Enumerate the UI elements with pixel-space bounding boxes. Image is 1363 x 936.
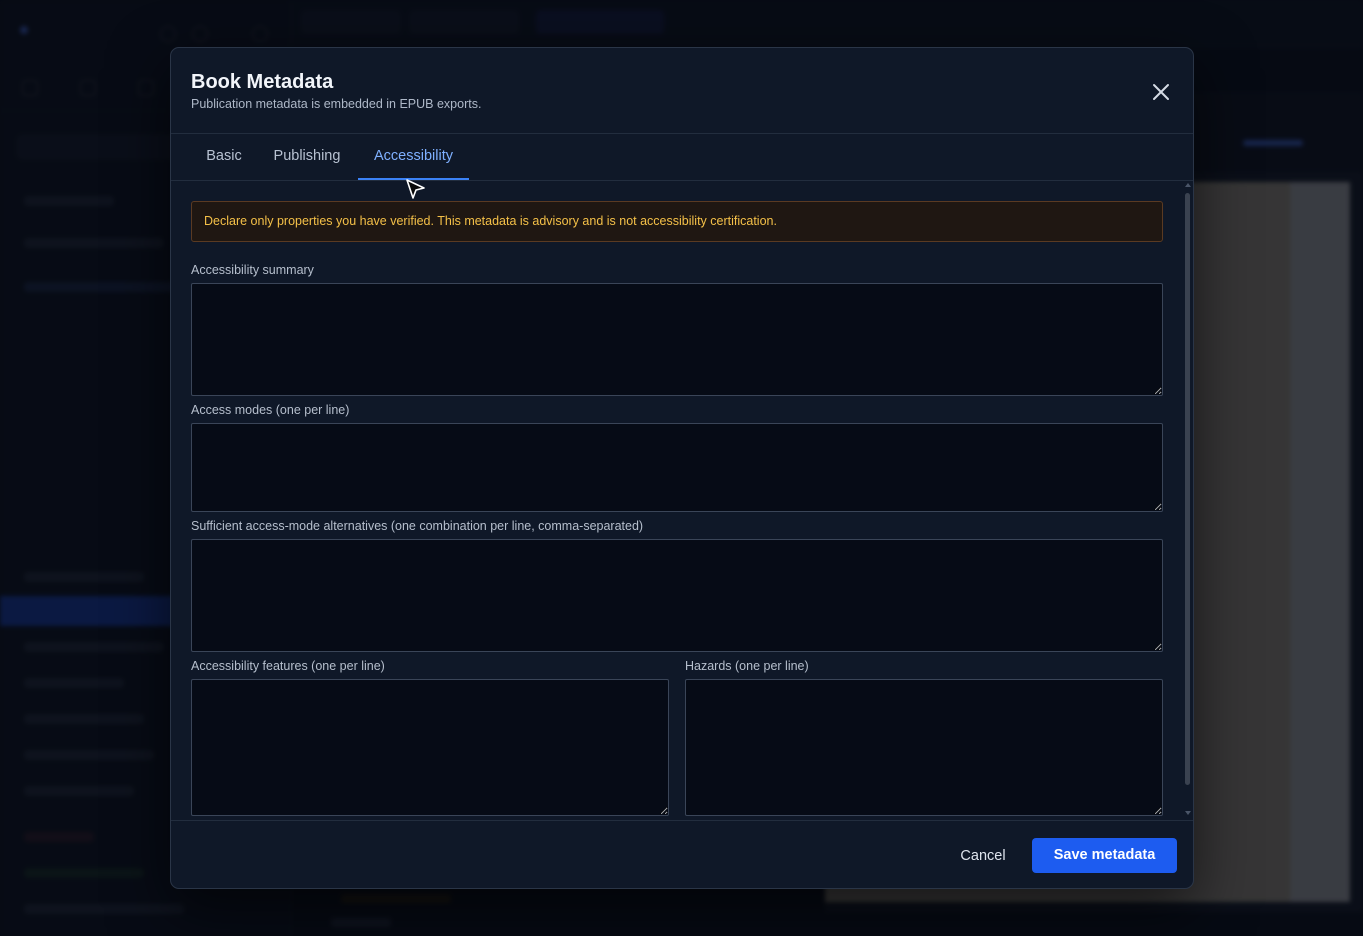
dialog-title: Book Metadata [191, 71, 334, 93]
accessibility-features-field[interactable] [191, 679, 669, 816]
dialog-body: Declare only properties you have verifie… [171, 181, 1183, 819]
scroll-down-arrow-icon[interactable] [1185, 811, 1191, 815]
tab-publishing[interactable]: Publishing [259, 133, 355, 179]
cancel-button[interactable]: Cancel [949, 839, 1017, 873]
dialog-scrollbar[interactable] [1183, 181, 1193, 819]
dialog-header: Book Metadata Publication metadata is em… [171, 48, 1193, 134]
summary-label: Accessibility summary [191, 263, 314, 277]
scroll-up-arrow-icon[interactable] [1185, 183, 1191, 187]
mouse-pointer-icon [406, 179, 425, 199]
accessibility-summary-field[interactable] [191, 283, 1163, 396]
save-metadata-button[interactable]: Save metadata [1032, 838, 1177, 873]
book-metadata-dialog: Book Metadata Publication metadata is em… [170, 47, 1194, 889]
sufficient-alternatives-field[interactable] [191, 539, 1163, 652]
scrollbar-thumb[interactable] [1185, 193, 1190, 785]
warning-text: Declare only properties you have verifie… [204, 214, 777, 228]
dialog-subtitle: Publication metadata is embedded in EPUB… [191, 97, 482, 111]
close-button[interactable] [1149, 80, 1173, 104]
close-icon [1153, 84, 1169, 100]
warning-banner: Declare only properties you have verifie… [191, 201, 1163, 242]
tab-bar: Basic Publishing Accessibility [171, 133, 1193, 181]
features-label: Accessibility features (one per line) [191, 659, 385, 673]
access-modes-field[interactable] [191, 423, 1163, 512]
hazards-field[interactable] [685, 679, 1163, 816]
access-modes-label: Access modes (one per line) [191, 403, 350, 417]
dialog-footer: Cancel Save metadata [171, 820, 1193, 888]
sufficient-alternatives-label: Sufficient access-mode alternatives (one… [191, 519, 644, 533]
tab-basic[interactable]: Basic [191, 133, 257, 179]
tab-accessibility[interactable]: Accessibility [358, 133, 469, 180]
hazards-label: Hazards (one per line) [685, 659, 809, 673]
